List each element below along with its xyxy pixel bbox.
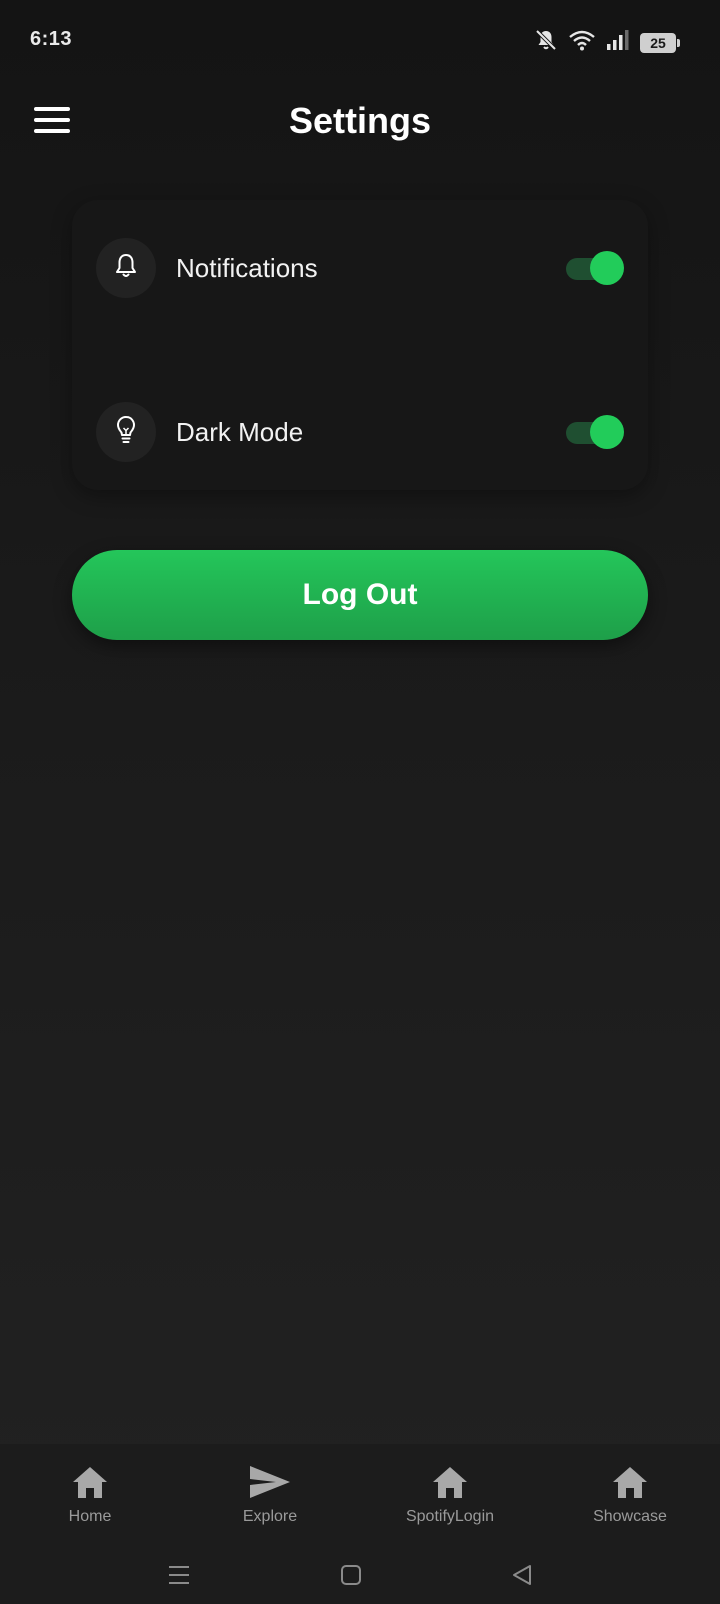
toggle-thumb [590, 251, 624, 285]
home-icon [68, 1462, 112, 1502]
home-icon [428, 1462, 472, 1502]
setting-row-dark-mode: Dark Mode [96, 400, 624, 464]
icon-circle [96, 238, 156, 298]
send-icon [248, 1462, 292, 1502]
nav-item-showcase[interactable]: Showcase [540, 1444, 720, 1552]
system-home-button[interactable] [334, 1562, 368, 1592]
back-triangle-icon [510, 1563, 534, 1592]
status-bar: 6:13 25 [0, 0, 720, 84]
system-nav-bar [0, 1552, 720, 1604]
toggle-thumb [590, 415, 624, 449]
battery-icon: 25 [640, 32, 680, 53]
setting-label: Dark Mode [176, 416, 304, 447]
muted-bell-icon [534, 28, 558, 57]
page-title: Settings [288, 100, 431, 141]
settings-card: Notifications Dark Mode [72, 200, 648, 490]
setting-row-notifications: Notifications [96, 236, 624, 300]
bottom-nav: Home Explore SpotifyLogin Showcase [0, 1444, 720, 1552]
signal-icon [606, 29, 630, 56]
square-icon [339, 1563, 363, 1592]
status-icons: 25 [534, 28, 680, 57]
recent-apps-button[interactable] [162, 1562, 196, 1592]
nav-label: Home [68, 1508, 112, 1525]
home-icon [608, 1462, 652, 1502]
nav-item-spotifylogin[interactable]: SpotifyLogin [360, 1444, 540, 1552]
recent-apps-icon [167, 1564, 191, 1591]
system-back-button[interactable] [505, 1562, 539, 1592]
logout-button[interactable]: Log Out [72, 550, 648, 640]
nav-label: SpotifyLogin [405, 1508, 495, 1525]
status-time: 6:13 [30, 28, 73, 50]
nav-label: Explore [242, 1508, 298, 1525]
nav-item-explore[interactable]: Explore [180, 1444, 360, 1552]
bell-icon [111, 251, 141, 286]
lightbulb-icon [111, 414, 141, 451]
dark-mode-toggle[interactable] [566, 412, 624, 452]
nav-item-home[interactable]: Home [0, 1444, 180, 1552]
notifications-toggle[interactable] [566, 248, 624, 288]
setting-label: Notifications [176, 252, 318, 283]
app-header: Settings [0, 84, 720, 160]
icon-circle [96, 402, 156, 462]
nav-label: Showcase [593, 1508, 667, 1525]
wifi-icon [568, 28, 596, 57]
